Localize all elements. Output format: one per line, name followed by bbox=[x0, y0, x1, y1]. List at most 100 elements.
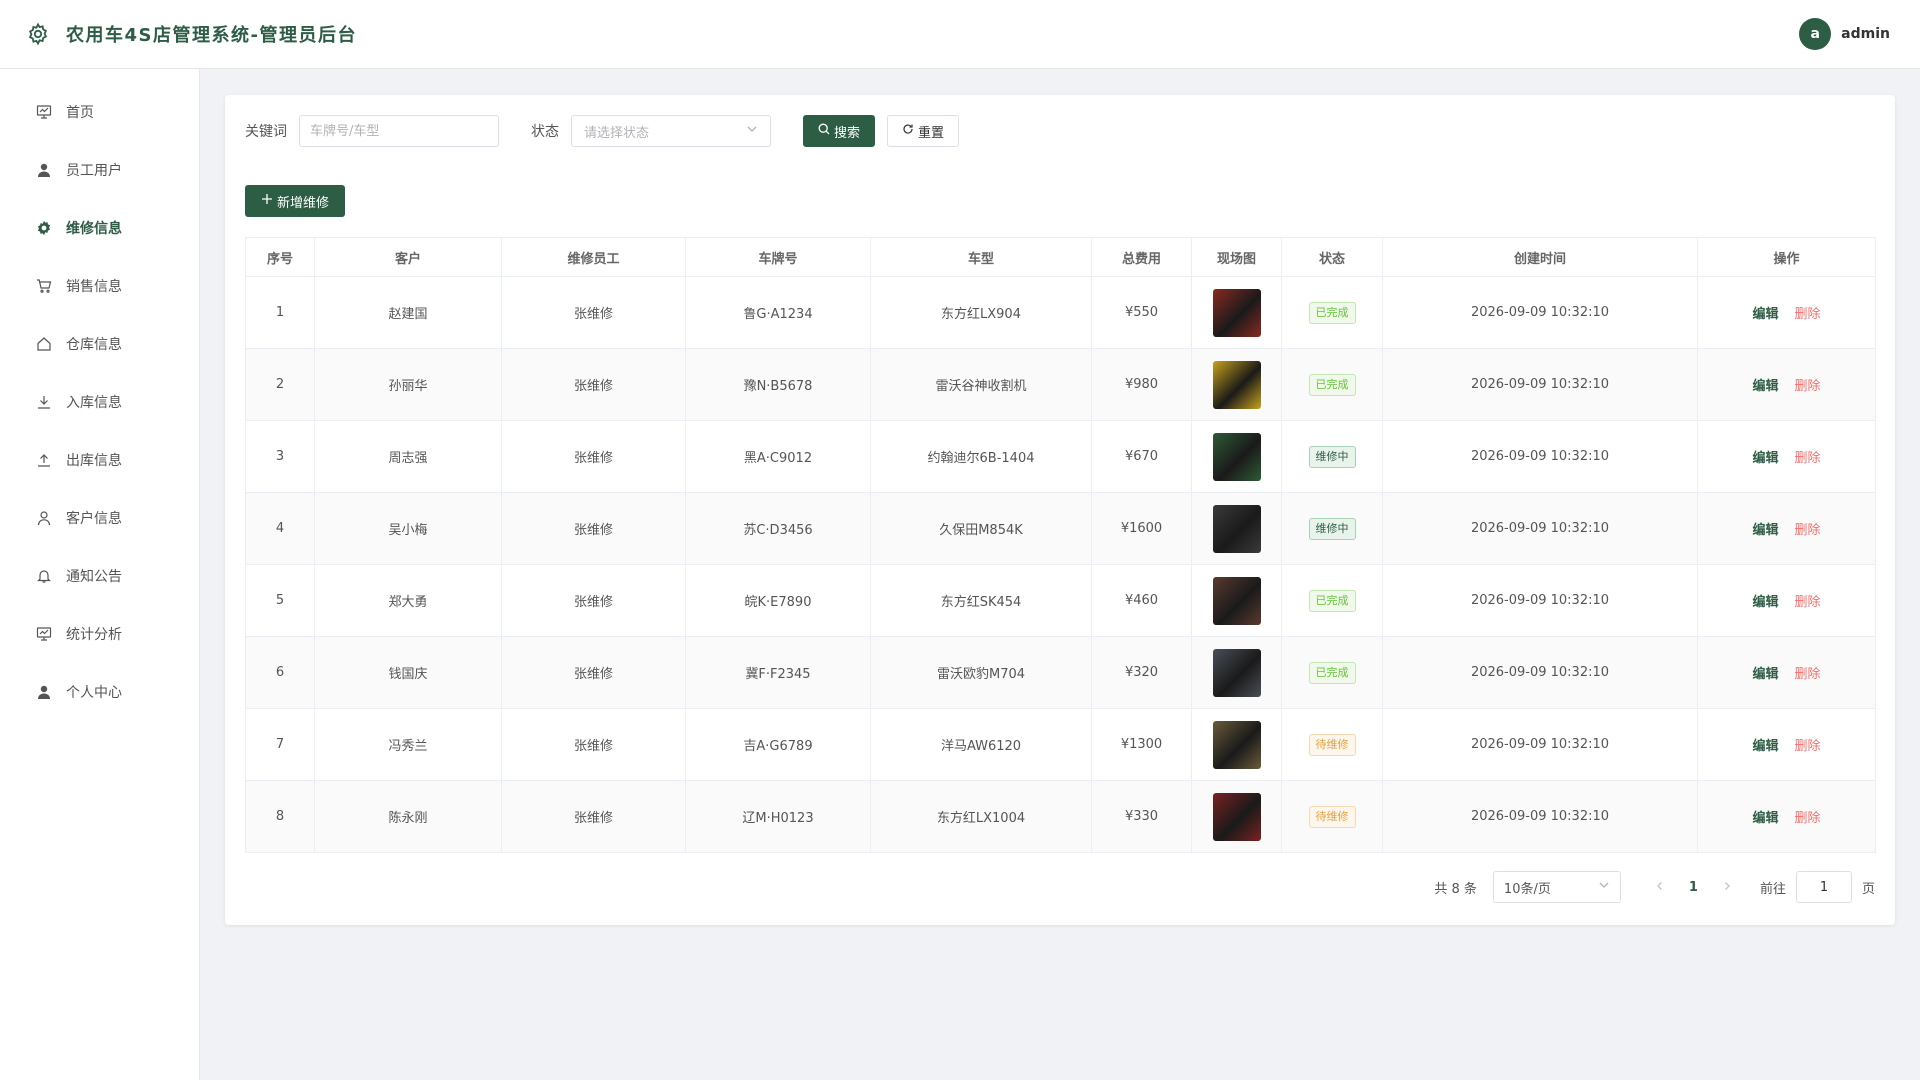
cell-status: 已完成 bbox=[1281, 348, 1383, 421]
page-number[interactable]: 1 bbox=[1689, 880, 1698, 895]
delete-button[interactable]: 删除 bbox=[1795, 379, 1821, 394]
cell-model: 东方红LX1004 bbox=[870, 780, 1092, 853]
cell-created: 2026-09-09 10:32:10 bbox=[1382, 636, 1698, 709]
filter-bar: 关键词 状态 请选择状态 搜索 重置 bbox=[245, 115, 960, 147]
reset-button[interactable]: 重置 bbox=[887, 115, 960, 147]
edit-button[interactable]: 编辑 bbox=[1752, 451, 1778, 466]
sidebar-item-label: 维修信息 bbox=[66, 221, 122, 237]
edit-button[interactable]: 编辑 bbox=[1752, 379, 1778, 394]
sidebar-item-8[interactable]: 通知公告 bbox=[0, 547, 199, 605]
column-header: 维修员工 bbox=[501, 237, 686, 277]
keyword-input[interactable] bbox=[299, 115, 499, 147]
sidebar-item-label: 销售信息 bbox=[66, 279, 122, 295]
sidebar-item-label: 客户信息 bbox=[66, 511, 122, 527]
cell-cost: ¥460 bbox=[1091, 564, 1192, 637]
goto-page-input[interactable] bbox=[1795, 871, 1852, 903]
table-row: 1 赵建国 张维修 鲁G·A1234 东方红LX904 ¥550 已完成 2026-09-09… bbox=[245, 276, 1876, 349]
user-icon bbox=[36, 162, 52, 178]
cell-no: 2 bbox=[245, 348, 315, 421]
cell-staff: 张维修 bbox=[501, 708, 686, 781]
cell-staff: 张维修 bbox=[501, 780, 686, 853]
cell-plate: 吉A·G6789 bbox=[685, 708, 871, 781]
column-header: 车型 bbox=[870, 237, 1092, 277]
delete-button[interactable]: 删除 bbox=[1795, 811, 1821, 826]
delete-button[interactable]: 删除 bbox=[1795, 667, 1821, 682]
cell-no: 6 bbox=[245, 636, 315, 709]
pagination: 共 8 条 10条/页 1 前往 页 bbox=[1434, 871, 1875, 903]
cell-photo bbox=[1191, 564, 1282, 637]
cell-customer: 郑大勇 bbox=[314, 564, 502, 637]
search-button[interactable]: 搜索 bbox=[803, 115, 876, 147]
delete-button[interactable]: 删除 bbox=[1795, 307, 1821, 322]
sidebar-item-label: 员工用户 bbox=[66, 163, 122, 179]
cell-model: 雷沃欧豹M704 bbox=[870, 636, 1092, 709]
repair-photo-thumbnail[interactable] bbox=[1212, 576, 1261, 625]
edit-button[interactable]: 编辑 bbox=[1752, 739, 1778, 754]
person-outline-icon bbox=[36, 510, 52, 526]
goto-label: 前往 bbox=[1759, 881, 1786, 897]
search-button-label: 搜索 bbox=[834, 125, 861, 141]
sidebar: 首页员工用户维修信息销售信息仓库信息入库信息出库信息客户信息通知公告 统计分析 个人… bbox=[0, 69, 200, 1080]
bell-icon bbox=[36, 568, 52, 584]
sidebar-item-5[interactable]: 入库信息 bbox=[0, 373, 199, 431]
reset-button-label: 重置 bbox=[918, 125, 945, 141]
cell-no: 1 bbox=[245, 276, 315, 349]
download-icon bbox=[36, 394, 52, 410]
repair-photo-thumbnail[interactable] bbox=[1212, 360, 1261, 409]
sidebar-item-6[interactable]: 出库信息 bbox=[0, 431, 199, 489]
edit-button[interactable]: 编辑 bbox=[1752, 307, 1778, 322]
cell-cost: ¥1600 bbox=[1091, 492, 1192, 565]
search-icon bbox=[818, 123, 830, 139]
next-page-icon[interactable] bbox=[1722, 880, 1732, 895]
edit-button[interactable]: 编辑 bbox=[1752, 523, 1778, 538]
sidebar-item-label: 仓库信息 bbox=[66, 337, 122, 353]
delete-button[interactable]: 删除 bbox=[1795, 523, 1821, 538]
delete-button[interactable]: 删除 bbox=[1795, 739, 1821, 754]
sidebar-item-1[interactable]: 员工用户 bbox=[0, 141, 199, 199]
cell-staff: 张维修 bbox=[501, 420, 686, 493]
delete-button[interactable]: 删除 bbox=[1795, 595, 1821, 610]
repair-photo-thumbnail[interactable] bbox=[1212, 792, 1261, 841]
sidebar-item-9[interactable]: 统计分析 bbox=[0, 605, 199, 663]
status-select[interactable]: 请选择状态 bbox=[571, 115, 771, 147]
cell-no: 3 bbox=[245, 420, 315, 493]
sidebar-item-label: 出库信息 bbox=[66, 453, 122, 469]
cell-actions: 编辑 删除 bbox=[1697, 420, 1876, 493]
cell-created: 2026-09-09 10:32:10 bbox=[1382, 420, 1698, 493]
cell-customer: 赵建国 bbox=[314, 276, 502, 349]
cell-staff: 张维修 bbox=[501, 492, 686, 565]
sidebar-item-3[interactable]: 销售信息 bbox=[0, 257, 199, 315]
status-label: 状态 bbox=[531, 124, 559, 140]
sidebar-item-10[interactable]: 个人中心 bbox=[0, 663, 199, 721]
edit-button[interactable]: 编辑 bbox=[1752, 595, 1778, 610]
sidebar-item-7[interactable]: 客户信息 bbox=[0, 489, 199, 547]
page-suffix: 页 bbox=[1861, 881, 1875, 897]
cell-status: 待维修 bbox=[1281, 780, 1383, 853]
edit-button[interactable]: 编辑 bbox=[1752, 811, 1778, 826]
page-size-select[interactable]: 10条/页 bbox=[1492, 871, 1621, 903]
username[interactable]: admin bbox=[1841, 26, 1890, 42]
cell-plate: 辽M·H0123 bbox=[685, 780, 871, 853]
page-size-value: 10条/页 bbox=[1503, 881, 1551, 897]
repair-photo-thumbnail[interactable] bbox=[1212, 720, 1261, 769]
repair-photo-thumbnail[interactable] bbox=[1212, 648, 1261, 697]
gear-icon bbox=[24, 20, 52, 48]
prev-page-icon[interactable] bbox=[1655, 880, 1665, 895]
sidebar-item-0[interactable]: 首页 bbox=[0, 83, 199, 141]
cell-staff: 张维修 bbox=[501, 348, 686, 421]
repair-photo-thumbnail[interactable] bbox=[1212, 504, 1261, 553]
column-header: 状态 bbox=[1281, 237, 1383, 277]
delete-button[interactable]: 删除 bbox=[1795, 451, 1821, 466]
repair-photo-thumbnail[interactable] bbox=[1212, 288, 1261, 337]
sidebar-item-2[interactable]: 维修信息 bbox=[0, 199, 199, 257]
user-menu[interactable]: a admin bbox=[1799, 18, 1890, 50]
add-repair-button[interactable]: 新增维修 bbox=[245, 185, 346, 217]
status-badge: 维修中 bbox=[1308, 445, 1356, 468]
cell-customer: 周志强 bbox=[314, 420, 502, 493]
table-row: 8 陈永刚 张维修 辽M·H0123 东方红LX1004 ¥330 待维修 2026-09-0… bbox=[245, 780, 1876, 853]
avatar[interactable]: a bbox=[1799, 18, 1832, 50]
sidebar-item-4[interactable]: 仓库信息 bbox=[0, 315, 199, 373]
repair-photo-thumbnail[interactable] bbox=[1212, 432, 1261, 481]
edit-button[interactable]: 编辑 bbox=[1752, 667, 1778, 682]
pager-total: 共 8 条 bbox=[1434, 881, 1477, 897]
